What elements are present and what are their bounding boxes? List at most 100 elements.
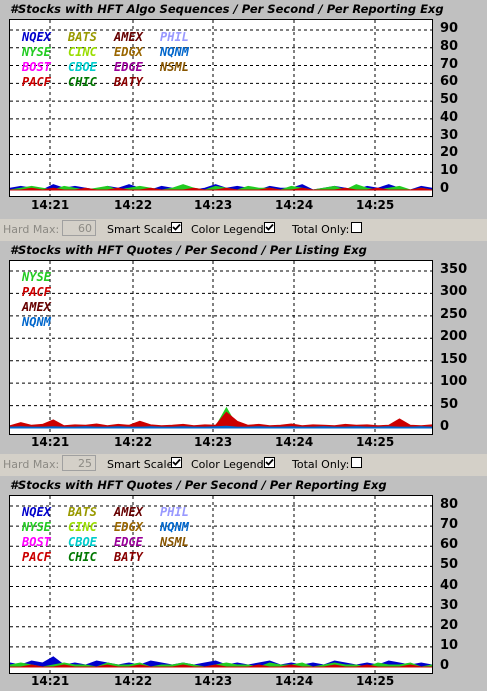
chart-panel-algo-sequences: #Stocks with HFT Algo Sequences / Per Se… <box>0 0 487 219</box>
y-tick-label: 0 <box>440 658 450 673</box>
total-only-label: Total Only: <box>292 458 350 471</box>
smart-scale-label: Smart Scale: <box>107 223 178 236</box>
legend-item-edge: EDGE <box>114 60 143 74</box>
y-tick-label: 40 <box>440 109 459 125</box>
x-tick-label: 14:21 <box>31 198 70 212</box>
legend-item-pacf: PACF <box>22 285 51 299</box>
legend-item-nsml: NSML <box>160 535 189 549</box>
chart-panel-reporting-exg: #Stocks with HFT Quotes / Per Second / P… <box>0 476 487 691</box>
legend-item-nqnm: NQNM <box>160 45 189 59</box>
chart-controls: Hard Max: Smart Scale: Color Legend: Tot… <box>0 219 487 241</box>
chart-controls: Hard Max: Smart Scale: Color Legend: Tot… <box>0 454 487 476</box>
legend-item-bost: BOST <box>22 535 51 549</box>
y-tick-label: 0 <box>440 181 450 196</box>
smart-scale-checkbox[interactable] <box>171 457 182 468</box>
y-tick-label: 150 <box>440 351 468 367</box>
plot-area: NQEX BATS AMEX PHIL NYSE CINC EDGX NQNM BOST CBOE… <box>9 495 433 674</box>
chart-svg <box>10 261 432 434</box>
legend-item-nqnm: NQNM <box>22 315 51 329</box>
legend-item-edgx: EDGX <box>114 520 143 534</box>
x-tick-label: 14:23 <box>194 435 233 449</box>
legend-item-phil: PHIL <box>160 30 189 44</box>
y-tick-label: 100 <box>440 374 468 390</box>
legend-item-amex: AMEX <box>22 300 51 314</box>
color-legend-label: Color Legend: <box>191 223 268 236</box>
legend-item-nqex: NQEX <box>22 505 51 519</box>
x-tick-label: 14:25 <box>356 435 395 449</box>
hard-max-input[interactable] <box>62 455 96 471</box>
chart-title: #Stocks with HFT Quotes / Per Second / P… <box>10 478 387 492</box>
legend-item-nyse: NYSE <box>22 270 51 284</box>
legend-item-cinc: CINC <box>68 45 97 59</box>
chart-title: #Stocks with HFT Algo Sequences / Per Se… <box>10 2 444 16</box>
x-tick-label: 14:23 <box>194 674 233 688</box>
total-only-label: Total Only: <box>292 223 350 236</box>
y-tick-label: 200 <box>440 329 468 345</box>
x-tick-label: 14:25 <box>356 198 395 212</box>
legend-item-nyse: NYSE <box>22 520 51 534</box>
total-only-checkbox[interactable] <box>351 222 362 233</box>
legend-item-nyse: NYSE <box>22 45 51 59</box>
x-tick-label: 14:21 <box>31 674 70 688</box>
y-tick-label: 0 <box>440 419 450 434</box>
y-tick-label: 350 <box>440 262 468 277</box>
y-tick-label: 80 <box>440 38 459 54</box>
y-tick-label: 40 <box>440 577 459 593</box>
legend-item-nqex: NQEX <box>22 30 51 44</box>
y-tick-label: 70 <box>440 56 459 72</box>
x-tick-label: 14:22 <box>114 198 153 212</box>
plot-area: NYSE PACF AMEX NQNM <box>9 260 433 435</box>
y-tick-label: 30 <box>440 597 459 613</box>
y-tick-label: 20 <box>440 145 459 161</box>
y-tick-label: 60 <box>440 537 459 553</box>
y-tick-label: 10 <box>440 163 459 179</box>
color-legend-label: Color Legend: <box>191 458 268 471</box>
legend-item-amex: AMEX <box>114 30 143 44</box>
legend-item-nqnm: NQNM <box>160 520 189 534</box>
total-only-checkbox[interactable] <box>351 457 362 468</box>
x-tick-label: 14:24 <box>275 435 314 449</box>
legend-item-baty: BATY <box>114 550 143 564</box>
hard-max-label: Hard Max: <box>3 458 60 471</box>
y-tick-label: 80 <box>440 497 459 512</box>
legend-item-bost: BOST <box>22 60 51 74</box>
legend-item-bats: BATS <box>68 505 97 519</box>
legend-item-pacf: PACF <box>22 75 51 89</box>
legend-item-chic: CHIC <box>68 75 97 89</box>
plot-area: NQEX BATS AMEX PHIL NYSE CINC EDGX NQNM BOST CBOE… <box>9 19 433 197</box>
y-tick-label: 30 <box>440 127 459 143</box>
y-tick-label: 90 <box>440 21 459 36</box>
smart-scale-label: Smart Scale: <box>107 458 178 471</box>
legend-item-cinc: CINC <box>68 520 97 534</box>
x-tick-label: 14:24 <box>275 674 314 688</box>
x-tick-label: 14:21 <box>31 435 70 449</box>
hard-max-input[interactable] <box>62 220 96 236</box>
legend-item-edge: EDGE <box>114 535 143 549</box>
chart-title: #Stocks with HFT Quotes / Per Second / P… <box>10 243 367 257</box>
legend-item-edgx: EDGX <box>114 45 143 59</box>
y-tick-label: 70 <box>440 517 459 533</box>
y-tick-label: 300 <box>440 284 468 300</box>
smart-scale-checkbox[interactable] <box>171 222 182 233</box>
x-tick-label: 14:23 <box>194 198 233 212</box>
legend-item-bats: BATS <box>68 30 97 44</box>
legend-item-pacf: PACF <box>22 550 51 564</box>
x-tick-label: 14:24 <box>275 198 314 212</box>
legend-item-chic: CHIC <box>68 550 97 564</box>
chart-panel-listing-exg: #Stocks with HFT Quotes / Per Second / P… <box>0 241 487 454</box>
legend-item-baty: BATY <box>114 75 143 89</box>
y-tick-label: 50 <box>440 92 459 108</box>
legend-item-nsml: NSML <box>160 60 189 74</box>
legend-item-amex: AMEX <box>114 505 143 519</box>
legend-item-phil: PHIL <box>160 505 189 519</box>
y-tick-label: 60 <box>440 74 459 90</box>
x-tick-label: 14:25 <box>356 674 395 688</box>
x-tick-label: 14:22 <box>114 674 153 688</box>
color-legend-checkbox[interactable] <box>264 222 275 233</box>
color-legend-checkbox[interactable] <box>264 457 275 468</box>
y-tick-label: 10 <box>440 637 459 653</box>
y-tick-label: 20 <box>440 617 459 633</box>
y-tick-label: 250 <box>440 306 468 322</box>
legend-item-cboe: CBOE <box>68 60 97 74</box>
hard-max-label: Hard Max: <box>3 223 60 236</box>
